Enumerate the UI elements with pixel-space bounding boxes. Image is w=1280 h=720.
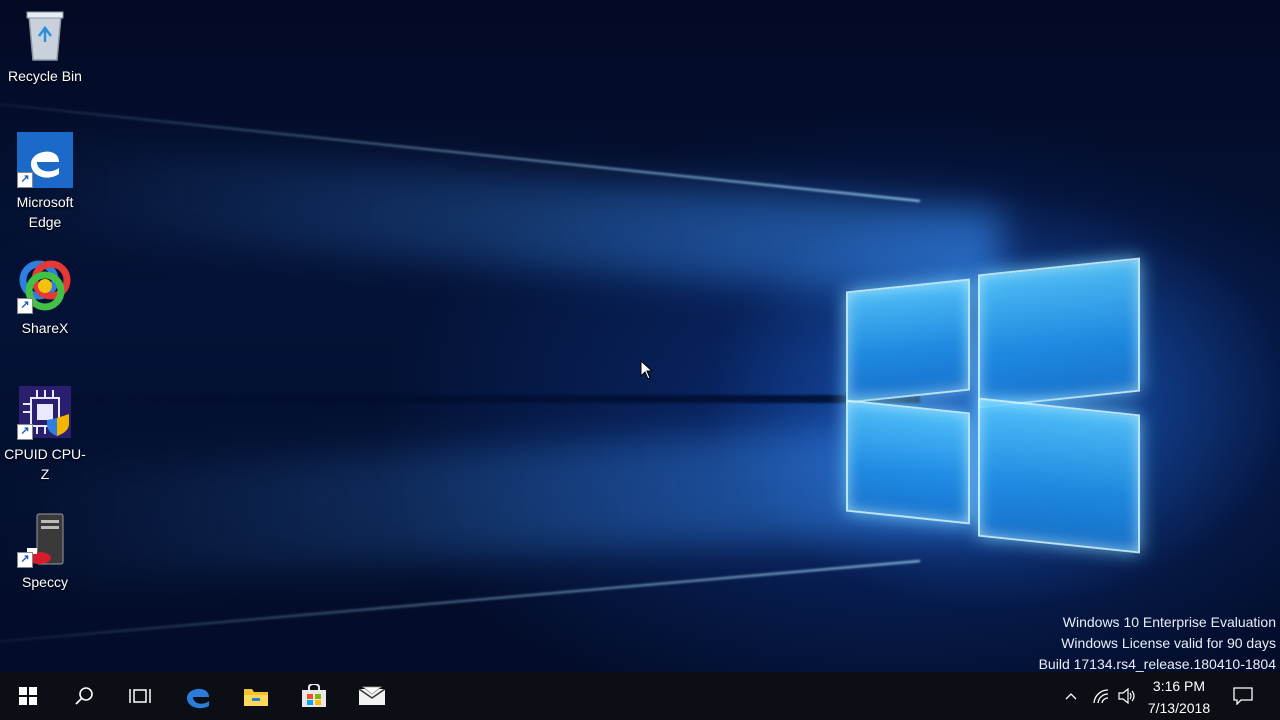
action-center-button[interactable]	[1226, 672, 1260, 720]
mail-icon	[358, 686, 386, 705]
shortcut-arrow-icon: ↗	[17, 424, 33, 440]
desktop-icon-cpuz[interactable]: ↗ CPUID CPU-Z	[0, 384, 90, 484]
edge-icon: ↗	[17, 132, 73, 188]
windows-logo-pane	[846, 278, 970, 404]
desktop-icon-label: Microsoft Edge	[16, 194, 74, 230]
desktop-icon-recycle-bin[interactable]: Recycle Bin	[0, 6, 90, 86]
network-button[interactable]	[1088, 672, 1114, 720]
watermark-edition: Windows 10 Enterprise Evaluation	[1062, 614, 1276, 630]
cpuz-icon: ↗	[17, 384, 73, 440]
volume-button[interactable]	[1114, 672, 1140, 720]
show-hidden-icons-button[interactable]	[1058, 672, 1084, 720]
start-icon	[19, 687, 37, 705]
wallpaper-ray	[0, 395, 920, 403]
speccy-icon: ↗	[17, 512, 73, 568]
desktop-icon-label: Speccy	[22, 574, 68, 590]
clock-time[interactable]: 3:16 PM	[1140, 678, 1218, 694]
desktop-icon-speccy[interactable]: ↗ Speccy	[0, 512, 90, 592]
clock-date[interactable]: 7/13/2018	[1140, 700, 1218, 716]
taskbar-file-explorer-button[interactable]	[228, 672, 284, 720]
recycle-bin-icon	[17, 6, 73, 62]
taskbar: 3:16 PM 7/13/2018	[0, 672, 1280, 720]
windows-logo-pane	[978, 257, 1140, 409]
task-view-button[interactable]	[112, 672, 168, 720]
taskbar-edge-button[interactable]	[170, 672, 226, 720]
mouse-pointer-icon	[640, 360, 654, 380]
start-button[interactable]	[0, 672, 56, 720]
watermark-build: Build 17134.rs4_release.180410-1804	[1038, 656, 1276, 672]
taskbar-mail-button[interactable]	[344, 672, 400, 720]
desktop-icon-sharex[interactable]: ↗ ShareX	[0, 258, 90, 338]
desktop-icon-label: Recycle Bin	[8, 68, 82, 84]
file-explorer-icon	[244, 689, 268, 706]
desktop-icon-edge[interactable]: ↗ Microsoft Edge	[0, 132, 90, 232]
shortcut-arrow-icon: ↗	[17, 172, 33, 188]
search-icon	[75, 687, 93, 705]
volume-icon	[1118, 688, 1135, 704]
windows-logo-pane	[978, 397, 1140, 554]
network-icon	[1093, 689, 1109, 704]
chevron-up-icon	[1065, 693, 1077, 700]
edge-icon	[187, 688, 209, 709]
task-view-icon	[129, 689, 151, 703]
desktop-icon-label: CPUID CPU-Z	[4, 446, 86, 482]
action-center-icon	[1233, 687, 1253, 705]
search-button[interactable]	[56, 672, 112, 720]
taskbar-store-button[interactable]	[286, 672, 342, 720]
wallpaper-beam	[0, 140, 1004, 300]
desktop-icon-label: ShareX	[21, 320, 69, 336]
shortcut-arrow-icon: ↗	[17, 298, 33, 314]
store-icon	[302, 684, 326, 707]
shortcut-arrow-icon: ↗	[17, 552, 33, 568]
sharex-icon: ↗	[17, 258, 73, 314]
desktop[interactable]: Recycle Bin ↗ Microsoft Edge ↗ ShareX ↗ …	[0, 0, 1280, 672]
windows-logo-pane	[846, 399, 970, 525]
evaluation-watermark: Windows 10 Enterprise Evaluation Windows…	[1039, 612, 1276, 672]
watermark-license: Windows License valid for 90 days	[1061, 635, 1276, 651]
